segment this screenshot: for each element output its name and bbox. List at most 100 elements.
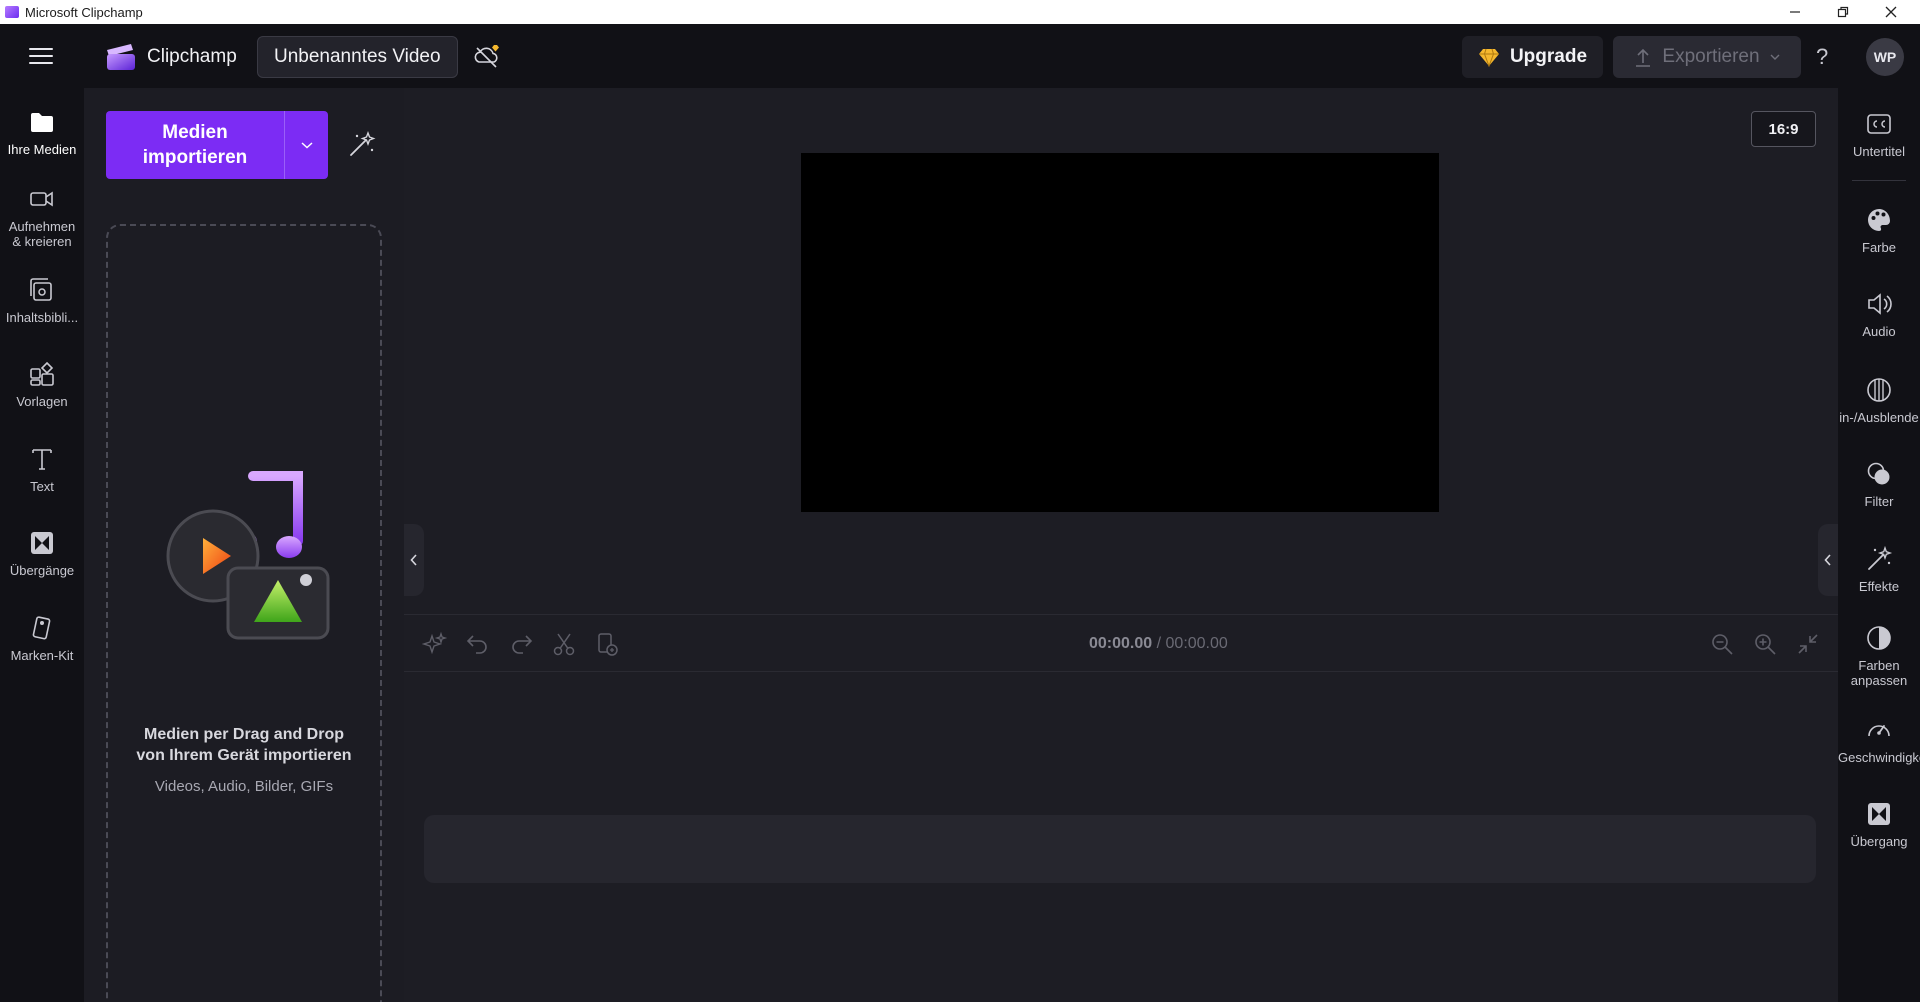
- drop-zone-supported-types: Videos, Audio, Bilder, GIFs: [154, 778, 334, 795]
- nav-item-transitions[interactable]: Übergänge: [0, 529, 84, 578]
- nav-item-content-library[interactable]: Inhaltsbibli...: [0, 276, 84, 325]
- prop-item-captions[interactable]: Untertitel: [1838, 110, 1920, 159]
- text-icon: [32, 449, 52, 470]
- prop-label: Farbe: [1862, 240, 1896, 255]
- drop-zone-title: Medien per Drag and Drop von Ihrem Gerät…: [136, 726, 352, 764]
- menu-button[interactable]: [29, 48, 53, 65]
- prop-item-effects[interactable]: Effekte: [1838, 545, 1920, 594]
- window-title: Microsoft Clipchamp: [25, 4, 143, 20]
- brand-name: Clipchamp: [147, 46, 237, 67]
- prop-label: Untertitel: [1852, 144, 1906, 159]
- library-icon: [30, 278, 52, 301]
- templates-icon: [30, 361, 54, 386]
- speaker-icon: [1868, 293, 1892, 315]
- nav-label: Aufnehmen & kreieren: [8, 219, 76, 249]
- cloud-sync-off-icon[interactable]: [472, 42, 502, 70]
- collapse-properties-panel-button[interactable]: [1818, 524, 1838, 596]
- current-time: 00:00.00: [1089, 635, 1153, 652]
- video-preview-canvas[interactable]: [801, 153, 1439, 512]
- time-separator: /: [1152, 635, 1166, 652]
- media-panel: Medien importieren Medien per Drag and D…: [84, 88, 404, 1002]
- chevron-down-icon: [300, 142, 313, 149]
- adjust-colors-icon: [1867, 626, 1891, 650]
- collapse-media-panel-button[interactable]: [404, 524, 424, 596]
- prop-label: Effekte: [1858, 579, 1900, 594]
- transitions-icon: [31, 532, 53, 554]
- nav-item-templates[interactable]: Vorlagen: [0, 360, 84, 409]
- nav-item-text[interactable]: Text: [0, 445, 84, 494]
- magic-wand-icon[interactable]: [346, 130, 376, 160]
- restore-button[interactable]: [1819, 0, 1867, 24]
- timecode-display: 00:00.00 / 00:00.00: [1089, 635, 1228, 653]
- folder-icon: [31, 113, 53, 132]
- properties-panel: Untertitel Farbe Audio in-/Ausblende Fil…: [1838, 88, 1920, 1002]
- nav-item-brand-kit[interactable]: Marken-Kit: [0, 614, 84, 663]
- minimize-icon: [1790, 11, 1800, 13]
- close-button[interactable]: [1867, 0, 1915, 24]
- help-button[interactable]: ?: [1816, 44, 1828, 70]
- prop-item-fade[interactable]: in-/Ausblende: [1838, 376, 1920, 425]
- import-media-button[interactable]: Medien importieren: [106, 111, 284, 179]
- nav-item-record-create[interactable]: Aufnehmen & kreieren: [0, 185, 84, 249]
- delete-clip-icon[interactable]: [594, 631, 620, 657]
- import-options-dropdown[interactable]: [285, 111, 328, 179]
- transition-icon: [1868, 803, 1890, 825]
- timeline-track-placeholder[interactable]: [424, 815, 1816, 883]
- timeline-area: [404, 672, 1838, 1002]
- undo-icon[interactable]: [465, 631, 491, 657]
- total-duration: 00:00.00: [1165, 635, 1228, 652]
- prop-item-speed[interactable]: Geschwindigke: [1838, 716, 1920, 765]
- fade-icon: [1867, 378, 1891, 402]
- prop-label: Übergang: [1850, 834, 1908, 849]
- speed-icon: [1868, 725, 1890, 737]
- clipchamp-app-icon: [5, 6, 19, 18]
- diamond-icon: [1478, 48, 1499, 67]
- nav-label: Ihre Medien: [7, 142, 77, 157]
- nav-label: Inhaltsbibli...: [5, 310, 79, 325]
- prop-label: Filter: [1864, 494, 1894, 509]
- user-avatar[interactable]: WP: [1866, 38, 1904, 76]
- palette-icon: [1868, 209, 1890, 231]
- filter-icon: [1867, 462, 1890, 485]
- nav-item-your-media[interactable]: Ihre Medien: [0, 108, 84, 157]
- chevron-left-icon: [410, 554, 417, 566]
- prop-label: Geschwindigke: [1838, 750, 1920, 765]
- export-button[interactable]: Exportieren: [1613, 36, 1801, 78]
- zoom-in-icon[interactable]: [1752, 631, 1778, 657]
- left-navigation: Ihre Medien Aufnehmen & kreieren Inhalts…: [0, 88, 84, 1002]
- timeline-toolbar: 00:00.00 / 00:00.00: [404, 614, 1838, 672]
- zoom-out-icon[interactable]: [1709, 631, 1735, 657]
- minimize-button[interactable]: [1771, 0, 1819, 24]
- prop-item-adjust-colors[interactable]: Farben anpassen: [1838, 624, 1920, 688]
- prop-label: Farben anpassen: [1850, 658, 1908, 688]
- redo-icon[interactable]: [508, 631, 534, 657]
- effects-wand-icon: [1868, 545, 1893, 570]
- close-icon: [1885, 6, 1897, 18]
- prop-item-audio[interactable]: Audio: [1838, 290, 1920, 339]
- chevron-left-icon: [1824, 554, 1831, 566]
- hamburger-icon: [29, 48, 53, 50]
- media-types-illustration-icon: [166, 471, 330, 640]
- clipchamp-logo: [107, 44, 135, 70]
- fit-timeline-icon[interactable]: [1795, 631, 1821, 657]
- cut-scissors-icon[interactable]: [551, 631, 577, 657]
- prop-item-color[interactable]: Farbe: [1838, 206, 1920, 255]
- brand-kit-icon: [32, 616, 51, 640]
- restore-icon: [1837, 6, 1849, 18]
- project-title-field[interactable]: Unbenanntes Video: [257, 36, 458, 78]
- upgrade-label: Upgrade: [1509, 46, 1588, 67]
- nav-label: Text: [30, 479, 54, 494]
- prop-item-transition[interactable]: Übergang: [1838, 800, 1920, 849]
- prop-item-filter[interactable]: Filter: [1838, 460, 1920, 509]
- nav-label: Vorlagen: [16, 394, 68, 409]
- ai-sparkle-icon[interactable]: [422, 631, 448, 657]
- import-media-button-group: Medien importieren: [106, 111, 328, 179]
- upgrade-button[interactable]: Upgrade: [1462, 36, 1603, 78]
- prop-label: in-/Ausblende: [1839, 410, 1919, 425]
- nav-label: Marken-Kit: [10, 648, 74, 663]
- chevron-down-icon: [1770, 54, 1780, 60]
- aspect-ratio-button[interactable]: 16:9: [1751, 111, 1816, 147]
- prop-label: Audio: [1862, 324, 1896, 339]
- media-drop-zone[interactable]: Medien per Drag and Drop von Ihrem Gerät…: [106, 224, 382, 1002]
- nav-label: Übergänge: [9, 563, 75, 578]
